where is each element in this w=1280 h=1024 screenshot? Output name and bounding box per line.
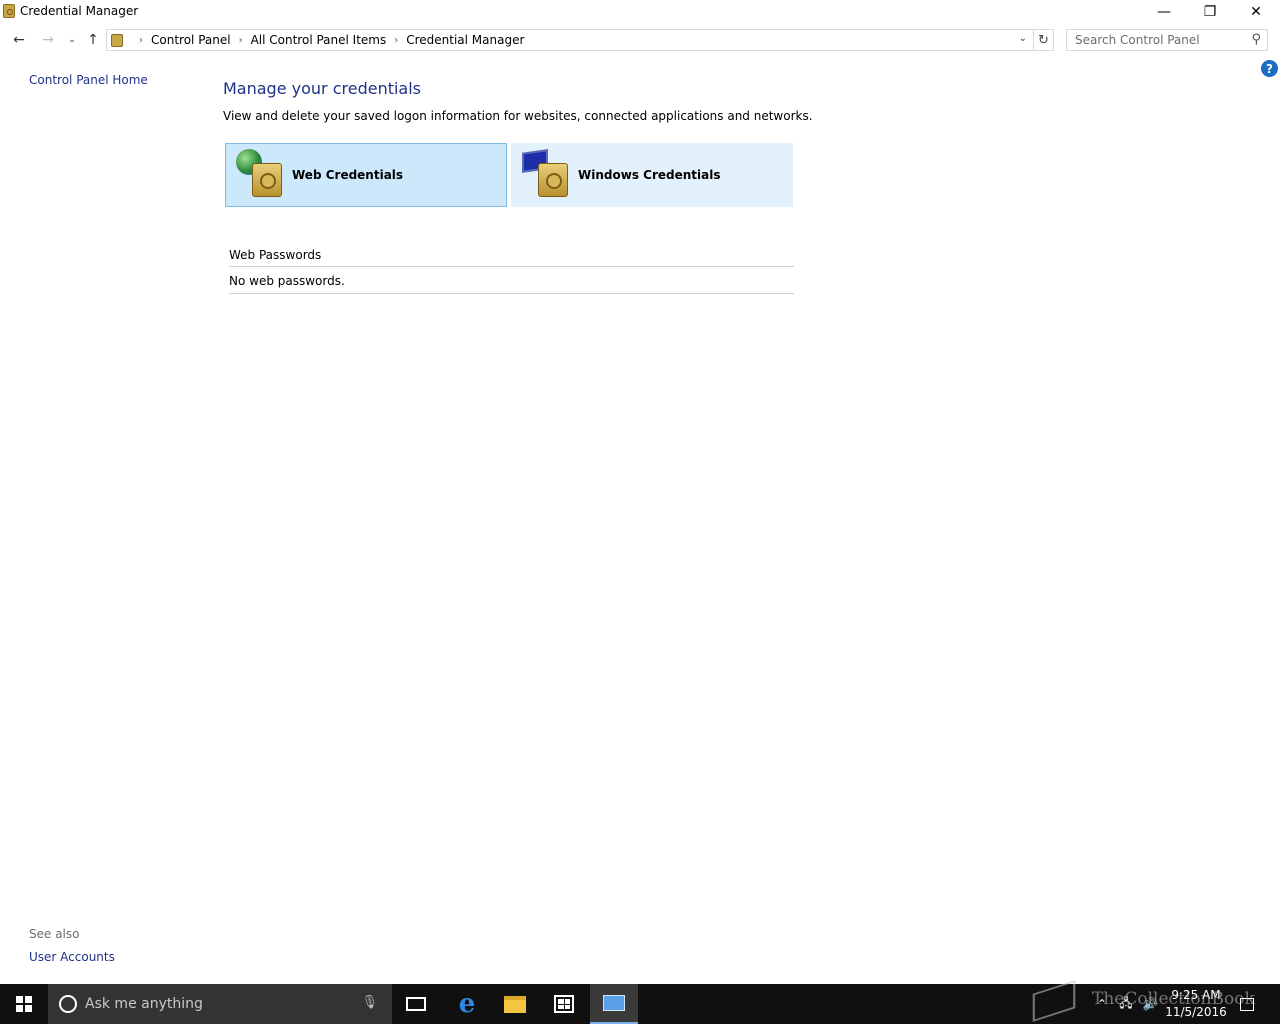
clock-time: 9:25 AM [1171,988,1221,1002]
user-accounts-link[interactable]: User Accounts [29,950,115,964]
help-icon[interactable]: ? [1261,60,1278,77]
file-explorer-taskbar-button[interactable] [491,984,539,1024]
store-taskbar-button[interactable] [540,984,588,1024]
taskbar: Ask me anything 🎙 e ⌃ 🖧 🔊 9:25 AM 11/5/2… [0,984,1280,1024]
breadcrumb-separator-icon[interactable]: › [239,35,243,46]
breadcrumb-credential-manager[interactable]: Credential Manager [406,33,524,47]
edge-icon: e [458,989,476,1019]
action-center-button[interactable] [1236,984,1258,1024]
credential-manager-app-icon [3,4,15,18]
title-bar: Credential Manager — ❐ ✕ [0,0,1280,24]
forward-arrow-icon[interactable]: → [38,30,58,50]
close-button[interactable]: ✕ [1233,0,1279,24]
back-arrow-icon[interactable]: ← [9,30,29,50]
page-description: View and delete your saved logon informa… [223,109,813,123]
navigation-bar: ← → ⌄ ↑ › Control Panel › All Control Pa… [0,28,1280,52]
divider [229,266,794,267]
clock-date: 11/5/2016 [1165,1005,1227,1019]
task-view-icon [406,997,426,1011]
globe-vault-icon [234,149,286,201]
see-also-label: See also [29,927,80,941]
volume-icon[interactable]: 🔊 [1140,984,1160,1024]
breadcrumb-separator-icon[interactable]: › [139,35,143,46]
system-clock[interactable]: 9:25 AM 11/5/2016 [1164,987,1228,1021]
web-passwords-empty-message: No web passwords. [229,274,345,288]
search-input[interactable] [1067,30,1237,50]
window-title: Credential Manager [20,4,139,18]
up-arrow-icon[interactable]: ↑ [83,30,103,50]
search-control-panel-box[interactable]: ⚲ [1066,29,1268,51]
divider [229,293,794,294]
control-panel-location-icon [111,33,123,47]
address-history-dropdown-icon[interactable]: ⌄ [1019,33,1027,44]
network-icon[interactable]: 🖧 [1116,984,1136,1024]
folder-icon [504,995,526,1013]
page-title: Manage your credentials [223,79,422,98]
credential-manager-taskbar-button[interactable] [590,984,638,1024]
notification-icon [1240,997,1254,1011]
windows-logo-icon [16,996,32,1012]
web-credentials-label: Web Credentials [292,168,404,182]
search-icon[interactable]: ⚲ [1251,32,1261,47]
task-view-button[interactable] [392,984,440,1024]
refresh-icon[interactable]: ↻ [1034,29,1054,51]
breadcrumb-control-panel[interactable]: Control Panel [151,33,231,47]
address-bar[interactable]: › Control Panel › All Control Panel Item… [106,29,1034,51]
show-hidden-icons-chevron-icon[interactable]: ⌃ [1092,984,1112,1024]
cortana-icon [59,995,77,1013]
recent-locations-chevron-icon[interactable]: ⌄ [62,30,82,50]
store-icon [554,995,574,1013]
control-panel-icon [603,995,625,1011]
cortana-placeholder: Ask me anything [85,996,203,1012]
edge-taskbar-button[interactable]: e [443,984,491,1024]
computer-vault-icon [520,149,572,201]
breadcrumb-separator-icon[interactable]: › [394,35,398,46]
start-button[interactable] [0,984,48,1024]
windows-credentials-button[interactable]: Windows Credentials [511,143,793,207]
minimize-button[interactable]: — [1141,0,1187,24]
microphone-icon[interactable]: 🎙 [361,995,378,1010]
cortana-search-box[interactable]: Ask me anything 🎙 [48,984,392,1024]
restore-button[interactable]: ❐ [1187,0,1233,24]
control-panel-home-link[interactable]: Control Panel Home [29,73,148,87]
web-credentials-button[interactable]: Web Credentials [225,143,507,207]
windows-credentials-label: Windows Credentials [578,168,721,182]
breadcrumb-all-control-panel-items[interactable]: All Control Panel Items [251,33,387,47]
web-passwords-header: Web Passwords [229,248,322,262]
